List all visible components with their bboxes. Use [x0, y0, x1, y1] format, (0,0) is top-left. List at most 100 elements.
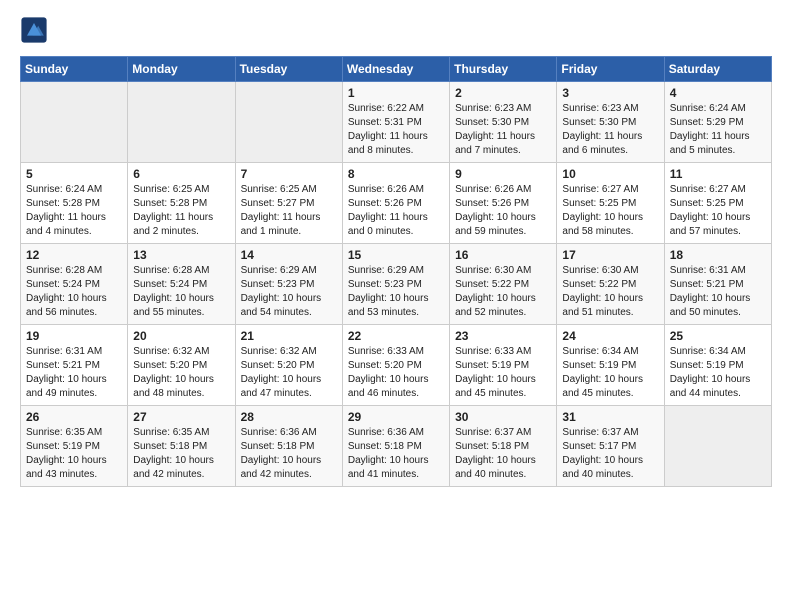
day-number: 19 [26, 329, 122, 343]
day-info: Sunrise: 6:32 AMSunset: 5:20 PMDaylight:… [241, 345, 337, 401]
day-number: 3 [562, 86, 658, 100]
calendar-cell: 16Sunrise: 6:30 AMSunset: 5:22 PMDayligh… [450, 244, 557, 325]
calendar-week-3: 12 Sunrise: 6:28 AMSunset: 5:24 PMDayligh… [21, 244, 772, 325]
day-info: Sunrise: 6:32 AMSunset: 5:20 PMDaylight:… [133, 345, 229, 401]
day-info: Sunrise: 6:23 AMSunset: 5:30 PMDaylight:… [562, 102, 658, 158]
day-info: Sunrise: 6:36 AMSunset: 5:18 PMDaylight:… [241, 426, 337, 482]
day-number: 12 [26, 248, 122, 262]
calendar-week-1: 1 Sunrise: 6:22 AMSunset: 5:31 PMDaylight… [21, 82, 772, 163]
day-number: 1 [348, 86, 444, 100]
day-info: Sunrise: 6:34 AMSunset: 5:19 PMDaylight:… [562, 345, 658, 401]
calendar-cell: 12 Sunrise: 6:28 AMSunset: 5:24 PMDayligh… [21, 244, 128, 325]
day-number: 9 [455, 167, 551, 181]
calendar-cell: 14Sunrise: 6:29 AMSunset: 5:23 PMDayligh… [235, 244, 342, 325]
day-number: 22 [348, 329, 444, 343]
day-info: Sunrise: 6:31 AMSunset: 5:21 PMDaylight:… [670, 264, 766, 320]
day-info: Sunrise: 6:34 AMSunset: 5:19 PMDaylight:… [670, 345, 766, 401]
day-number: 20 [133, 329, 229, 343]
day-number: 13 [133, 248, 229, 262]
day-number: 15 [348, 248, 444, 262]
day-info: Sunrise: 6:36 AMSunset: 5:18 PMDaylight:… [348, 426, 444, 482]
logo-icon [20, 16, 48, 44]
calendar-cell: 2 Sunrise: 6:23 AMSunset: 5:30 PMDaylight… [450, 82, 557, 163]
day-info: Sunrise: 6:22 AMSunset: 5:31 PMDaylight:… [348, 102, 444, 158]
calendar-cell: 15 Sunrise: 6:29 AMSunset: 5:23 PMDayligh… [342, 244, 449, 325]
calendar-cell: 1 Sunrise: 6:22 AMSunset: 5:31 PMDaylight… [342, 82, 449, 163]
day-info: Sunrise: 6:37 AMSunset: 5:18 PMDaylight:… [455, 426, 551, 482]
day-number: 30 [455, 410, 551, 424]
calendar-cell [235, 82, 342, 163]
day-info: Sunrise: 6:26 AMSunset: 5:26 PMDaylight:… [348, 183, 444, 239]
calendar-cell: 25 Sunrise: 6:34 AMSunset: 5:19 PMDayligh… [664, 325, 771, 406]
day-info: Sunrise: 6:31 AMSunset: 5:21 PMDaylight:… [26, 345, 122, 401]
calendar-cell: 9 Sunrise: 6:26 AMSunset: 5:26 PMDaylight… [450, 163, 557, 244]
weekday-header-thursday: Thursday [450, 57, 557, 82]
day-number: 21 [241, 329, 337, 343]
weekday-header-friday: Friday [557, 57, 664, 82]
calendar-cell: 17 Sunrise: 6:30 AMSunset: 5:22 PMDayligh… [557, 244, 664, 325]
day-info: Sunrise: 6:35 AMSunset: 5:18 PMDaylight:… [133, 426, 229, 482]
calendar-week-5: 26 Sunrise: 6:35 AMSunset: 5:19 PMDayligh… [21, 406, 772, 487]
day-info: Sunrise: 6:33 AMSunset: 5:20 PMDaylight:… [348, 345, 444, 401]
day-number: 10 [562, 167, 658, 181]
day-info: Sunrise: 6:24 AMSunset: 5:29 PMDaylight:… [670, 102, 766, 158]
calendar-cell: 13 Sunrise: 6:28 AMSunset: 5:24 PMDayligh… [128, 244, 235, 325]
calendar-cell: 27 Sunrise: 6:35 AMSunset: 5:18 PMDayligh… [128, 406, 235, 487]
calendar-cell: 23Sunrise: 6:33 AMSunset: 5:19 PMDayligh… [450, 325, 557, 406]
day-number: 17 [562, 248, 658, 262]
day-info: Sunrise: 6:23 AMSunset: 5:30 PMDaylight:… [455, 102, 551, 158]
day-info: Sunrise: 6:24 AMSunset: 5:28 PMDaylight:… [26, 183, 122, 239]
day-info: Sunrise: 6:37 AMSunset: 5:17 PMDaylight:… [562, 426, 658, 482]
day-number: 31 [562, 410, 658, 424]
calendar-cell [21, 82, 128, 163]
day-number: 4 [670, 86, 766, 100]
calendar-cell: 5Sunrise: 6:24 AMSunset: 5:28 PMDaylight… [21, 163, 128, 244]
day-number: 8 [348, 167, 444, 181]
calendar-cell: 10 Sunrise: 6:27 AMSunset: 5:25 PMDayligh… [557, 163, 664, 244]
day-number: 27 [133, 410, 229, 424]
day-info: Sunrise: 6:30 AMSunset: 5:22 PMDaylight:… [562, 264, 658, 320]
calendar-cell: 24 Sunrise: 6:34 AMSunset: 5:19 PMDayligh… [557, 325, 664, 406]
page-header [20, 16, 772, 44]
logo [20, 16, 50, 44]
weekday-header-wednesday: Wednesday [342, 57, 449, 82]
weekday-header-tuesday: Tuesday [235, 57, 342, 82]
calendar-cell: 28 Sunrise: 6:36 AMSunset: 5:18 PMDayligh… [235, 406, 342, 487]
weekday-header-row: SundayMondayTuesdayWednesdayThursdayFrid… [21, 57, 772, 82]
day-number: 2 [455, 86, 551, 100]
calendar-week-2: 5Sunrise: 6:24 AMSunset: 5:28 PMDaylight… [21, 163, 772, 244]
day-number: 11 [670, 167, 766, 181]
calendar-table: SundayMondayTuesdayWednesdayThursdayFrid… [20, 56, 772, 487]
day-number: 29 [348, 410, 444, 424]
calendar-page: SundayMondayTuesdayWednesdayThursdayFrid… [0, 0, 792, 503]
day-info: Sunrise: 6:28 AMSunset: 5:24 PMDaylight:… [133, 264, 229, 320]
calendar-cell: 21 Sunrise: 6:32 AMSunset: 5:20 PMDayligh… [235, 325, 342, 406]
day-number: 14 [241, 248, 337, 262]
calendar-cell: 7Sunrise: 6:25 AMSunset: 5:27 PMDaylight… [235, 163, 342, 244]
calendar-body: 1 Sunrise: 6:22 AMSunset: 5:31 PMDaylight… [21, 82, 772, 487]
day-info: Sunrise: 6:27 AMSunset: 5:25 PMDaylight:… [562, 183, 658, 239]
day-info: Sunrise: 6:29 AMSunset: 5:23 PMDaylight:… [348, 264, 444, 320]
weekday-header-monday: Monday [128, 57, 235, 82]
calendar-cell: 30 Sunrise: 6:37 AMSunset: 5:18 PMDayligh… [450, 406, 557, 487]
calendar-cell: 26 Sunrise: 6:35 AMSunset: 5:19 PMDayligh… [21, 406, 128, 487]
day-number: 18 [670, 248, 766, 262]
day-info: Sunrise: 6:25 AMSunset: 5:27 PMDaylight:… [241, 183, 337, 239]
day-info: Sunrise: 6:35 AMSunset: 5:19 PMDaylight:… [26, 426, 122, 482]
calendar-header: SundayMondayTuesdayWednesdayThursdayFrid… [21, 57, 772, 82]
calendar-cell: 22 Sunrise: 6:33 AMSunset: 5:20 PMDayligh… [342, 325, 449, 406]
day-info: Sunrise: 6:28 AMSunset: 5:24 PMDaylight:… [26, 264, 122, 320]
day-number: 28 [241, 410, 337, 424]
calendar-cell: 11Sunrise: 6:27 AMSunset: 5:25 PMDayligh… [664, 163, 771, 244]
day-number: 6 [133, 167, 229, 181]
calendar-cell: 19 Sunrise: 6:31 AMSunset: 5:21 PMDayligh… [21, 325, 128, 406]
day-number: 26 [26, 410, 122, 424]
day-info: Sunrise: 6:25 AMSunset: 5:28 PMDaylight:… [133, 183, 229, 239]
day-info: Sunrise: 6:26 AMSunset: 5:26 PMDaylight:… [455, 183, 551, 239]
calendar-cell: 29 Sunrise: 6:36 AMSunset: 5:18 PMDayligh… [342, 406, 449, 487]
day-number: 25 [670, 329, 766, 343]
day-number: 24 [562, 329, 658, 343]
day-number: 16 [455, 248, 551, 262]
calendar-week-4: 19 Sunrise: 6:31 AMSunset: 5:21 PMDayligh… [21, 325, 772, 406]
calendar-cell: 3 Sunrise: 6:23 AMSunset: 5:30 PMDaylight… [557, 82, 664, 163]
